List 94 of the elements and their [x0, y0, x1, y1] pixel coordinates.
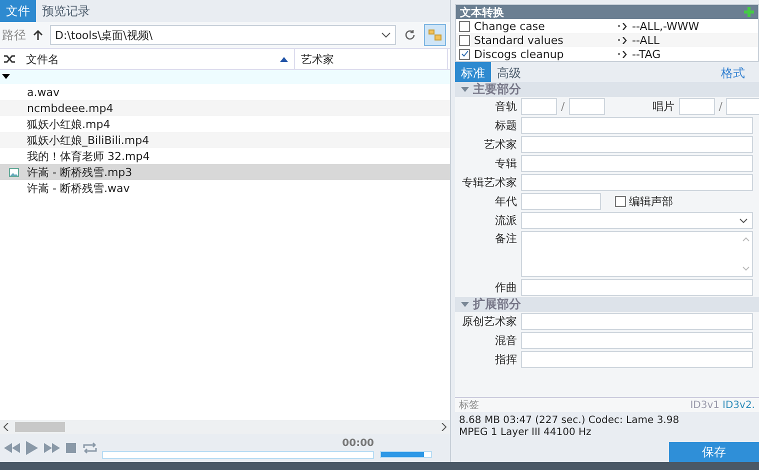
group-expand-icon[interactable] — [2, 74, 10, 80]
shuffle-icon[interactable] — [4, 54, 16, 64]
input-field[interactable] — [521, 174, 753, 191]
field-label: 指挥 — [494, 352, 517, 367]
conversion-name: Discogs cleanup — [474, 48, 565, 60]
tag-label: 标签 — [459, 398, 479, 412]
checkbox[interactable] — [615, 196, 626, 207]
input-field[interactable] — [521, 332, 753, 349]
conversion-value: --ALL — [632, 34, 660, 46]
field-label: 流派 — [494, 213, 517, 228]
field-label: 标题 — [494, 118, 517, 133]
scrollbar-thumb[interactable] — [15, 422, 65, 432]
input-field[interactable] — [521, 313, 753, 330]
column-header[interactable]: 艺术家 — [295, 49, 448, 69]
field-label: 备注 — [494, 231, 517, 246]
file-info-text: MPEG 1 Layer III 44100 Hz — [459, 427, 592, 439]
slash-text: / — [718, 100, 722, 113]
section-title: 扩展部分 — [473, 296, 521, 313]
field-label: 艺术家 — [483, 137, 517, 152]
field-label: 专辑 — [494, 156, 517, 171]
add-icon[interactable] — [744, 7, 754, 17]
play-icon[interactable] — [26, 441, 38, 455]
field-label: 专辑艺术家 — [461, 175, 517, 190]
rewind-icon[interactable] — [4, 443, 20, 453]
file-row[interactable]: ncmbdeee.mp4 — [0, 100, 450, 116]
seek-bar[interactable] — [102, 450, 374, 458]
stop-icon[interactable] — [66, 443, 76, 453]
scroll-left-icon[interactable] — [3, 423, 9, 431]
file-name: ncmbdeee.mp4 — [27, 102, 114, 114]
path-field[interactable]: D:\tools\桌面\视频\ — [50, 25, 396, 45]
field-label: 原创艺术家 — [461, 314, 517, 329]
field-label: 年代 — [494, 194, 517, 209]
field-label: 混音 — [494, 333, 517, 348]
chevron-down-icon — [739, 218, 748, 224]
input-field[interactable] — [521, 98, 557, 115]
file-name: 狐妖小红娘.mp4 — [27, 116, 110, 132]
sort-ascending-icon — [280, 56, 288, 62]
arrow-icon — [618, 50, 628, 58]
file-row[interactable]: 许嵩 - 断桥残雪.wav — [0, 180, 450, 196]
file-name: 许嵩 - 断桥残雪.wav — [27, 180, 130, 196]
collapse-icon[interactable] — [461, 86, 469, 92]
file-row[interactable]: 许嵩 - 断桥残雪.mp3 — [0, 164, 450, 180]
tag-version[interactable]: ID3v2. — [722, 400, 755, 410]
repeat-icon[interactable] — [82, 442, 98, 454]
folder-icon — [428, 29, 442, 41]
genre-dropdown[interactable] — [521, 212, 753, 229]
up-arrow-icon[interactable] — [32, 29, 44, 41]
file-name: 狐妖小红娘_BiliBili.mp4 — [27, 132, 150, 148]
arrow-icon — [618, 22, 628, 30]
input-field[interactable] — [521, 136, 753, 153]
panel-title: 文本转换 — [460, 4, 504, 20]
conversion-value: --TAG — [632, 48, 661, 60]
checkbox-label: 编辑声部 — [629, 194, 673, 209]
conversion-name: Standard values — [474, 34, 564, 46]
input-field[interactable] — [521, 117, 753, 134]
panel-tab[interactable]: 预览记录 — [36, 0, 96, 22]
collapse-icon[interactable] — [461, 302, 469, 308]
input-field[interactable] — [521, 279, 753, 296]
format-link[interactable]: 格式 — [715, 64, 759, 82]
arrow-icon — [618, 36, 628, 44]
checkbox[interactable] — [459, 48, 470, 60]
file-info-text: 8.68 MB 03:47 (227 sec.) Codec: Lame 3.98 — [459, 415, 680, 427]
input-field[interactable] — [678, 98, 715, 115]
file-row[interactable]: 我的！体育老师 32.mp4 — [0, 148, 450, 164]
field-label: 唱片 — [652, 99, 675, 114]
slash-text: / — [561, 100, 565, 113]
file-name: a.wav — [27, 86, 60, 98]
checkbox[interactable] — [459, 20, 470, 32]
input-field[interactable] — [521, 193, 601, 210]
column-header[interactable]: 文件名 — [20, 49, 295, 69]
file-name: 我的！体育老师 32.mp4 — [27, 148, 150, 164]
scroll-right-icon[interactable] — [441, 423, 447, 431]
checkbox[interactable] — [459, 34, 470, 46]
fast-forward-icon[interactable] — [44, 443, 60, 453]
playback-time: 00:00 — [342, 438, 374, 448]
comment-textarea[interactable] — [521, 231, 753, 277]
chevron-down-icon — [381, 32, 391, 38]
folder-tree-button[interactable] — [424, 24, 446, 46]
file-row[interactable]: 狐妖小红娘.mp4 — [0, 116, 450, 132]
conversion-name: Change case — [474, 20, 546, 32]
path-label: 路径 — [1, 26, 26, 44]
input-field[interactable] — [521, 155, 753, 172]
section-title: 主要部分 — [473, 82, 521, 98]
field-label: 音轨 — [494, 99, 517, 114]
field-label: 作曲 — [494, 280, 517, 295]
volume-slider[interactable] — [380, 450, 432, 458]
input-field[interactable] — [726, 98, 759, 115]
file-row[interactable]: a.wav — [0, 84, 450, 100]
file-row[interactable]: 狐妖小红娘_BiliBili.mp4 — [0, 132, 450, 148]
conversion-value: --ALL,-WWW — [632, 20, 700, 32]
input-field[interactable] — [521, 351, 753, 368]
panel-tab[interactable]: 文件 — [0, 0, 36, 22]
file-name: 许嵩 - 断桥残雪.mp3 — [27, 164, 132, 180]
input-field[interactable] — [568, 98, 605, 115]
